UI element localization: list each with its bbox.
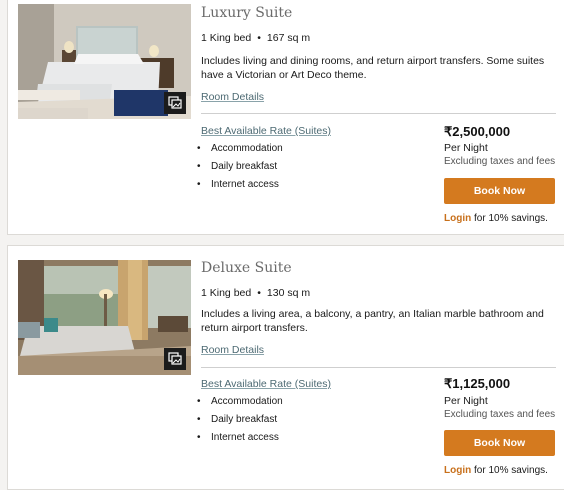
book-now-button[interactable]: Book Now	[444, 430, 555, 456]
inclusion-item: • Accommodation	[197, 396, 283, 414]
savings-text: for 10% savings.	[471, 213, 548, 224]
bed-type: 1 King bed	[201, 32, 252, 44]
room-photo[interactable]	[18, 260, 191, 375]
inclusion-label: Internet access	[211, 179, 279, 190]
login-link[interactable]: Login	[444, 213, 471, 224]
inclusion-label: Accommodation	[211, 143, 283, 154]
room-title: Luxury Suite	[201, 5, 293, 21]
inclusions-list: • Accommodation • Daily breakfast • Interne…	[197, 396, 283, 450]
divider	[201, 367, 556, 368]
bullet: •	[197, 161, 201, 172]
room-photo[interactable]	[18, 4, 191, 119]
price: ₹2,500,000	[444, 124, 511, 139]
room-specs: 1 King bed • 167 sq m	[201, 32, 310, 44]
price: ₹1,125,000	[444, 376, 511, 391]
inclusion-label: Accommodation	[211, 396, 283, 407]
per-night-label: Per Night	[444, 142, 488, 154]
per-night-label: Per Night	[444, 395, 488, 407]
gallery-icon[interactable]	[164, 92, 186, 114]
inclusion-item: • Daily breakfast	[197, 161, 283, 179]
login-link[interactable]: Login	[444, 465, 471, 476]
book-now-button[interactable]: Book Now	[444, 178, 555, 204]
inclusion-item: • Accommodation	[197, 143, 283, 161]
tax-note: Excluding taxes and fees	[444, 409, 556, 420]
inclusion-item: • Internet access	[197, 432, 283, 450]
bullet: •	[197, 143, 201, 154]
savings-text: for 10% savings.	[471, 465, 548, 476]
inclusion-label: Daily breakfast	[211, 414, 278, 425]
room-size: 167 sq m	[266, 32, 311, 44]
room-details-link[interactable]: Room Details	[201, 91, 264, 103]
room-specs: 1 King bed • 130 sq m	[201, 287, 310, 299]
inclusion-item: • Internet access	[197, 179, 283, 197]
inclusion-label: Internet access	[211, 432, 279, 443]
bullet: •	[197, 179, 201, 190]
rate-name-link[interactable]: Best Available Rate (Suites)	[201, 125, 331, 137]
login-savings-line: Login for 10% savings.	[444, 213, 548, 224]
room-details-link[interactable]: Room Details	[201, 344, 264, 356]
inclusion-item: • Daily breakfast	[197, 414, 283, 432]
tax-note: Excluding taxes and fees	[444, 156, 556, 167]
bullet: •	[197, 432, 201, 443]
gallery-icon[interactable]	[164, 348, 186, 370]
bed-type: 1 King bed	[201, 287, 252, 299]
room-card-deluxe-suite: Deluxe Suite 1 King bed • 130 sq m Include…	[7, 245, 564, 490]
room-card-luxury-suite: Luxury Suite 1 King bed • 167 sq m Include…	[7, 0, 564, 235]
bullet: •	[197, 396, 201, 407]
room-description: Includes living and dining rooms, and re…	[201, 55, 545, 81]
room-title: Deluxe Suite	[201, 260, 292, 276]
spec-separator: •	[257, 287, 261, 299]
room-size: 130 sq m	[266, 287, 311, 299]
spec-separator: •	[257, 32, 261, 44]
inclusion-label: Daily breakfast	[211, 161, 278, 172]
rate-name-link[interactable]: Best Available Rate (Suites)	[201, 378, 331, 390]
bullet: •	[197, 414, 201, 425]
room-description: Includes a living area, a balcony, a pan…	[201, 308, 544, 334]
divider	[201, 113, 556, 114]
inclusions-list: • Accommodation • Daily breakfast • Interne…	[197, 143, 283, 197]
login-savings-line: Login for 10% savings.	[444, 465, 548, 476]
